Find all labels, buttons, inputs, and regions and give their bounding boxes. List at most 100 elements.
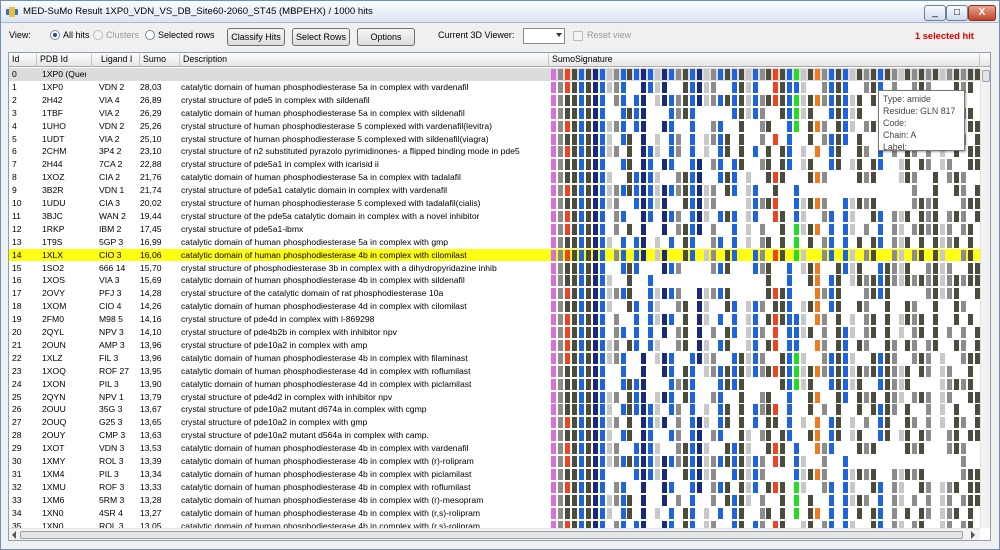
col-pdb-header[interactable]: PDB Id [37, 54, 92, 67]
minimize-button[interactable]: _ [924, 5, 946, 21]
signature-cell [738, 133, 744, 145]
signature-cell [738, 456, 744, 467]
col-id-header[interactable]: Id [9, 54, 37, 67]
signature-cell [905, 507, 911, 519]
col-ligand-header[interactable]: Ligand I [98, 54, 140, 67]
table-row[interactable]: 21 2OUN AMP 3 13,96 crystal structure of pde… [9, 339, 980, 352]
table-row[interactable]: 1 1XP0 VDN 2 28,03 catalytic domain of human… [9, 81, 980, 94]
signature-cell [676, 133, 682, 145]
signature-cell [599, 94, 605, 106]
signature-cell [829, 275, 834, 287]
table-row[interactable]: 15 1SO2 666 14 15,70 crystal structure of ph… [9, 262, 980, 275]
signature-cell [780, 494, 786, 506]
table-row[interactable]: 33 1XM6 5RM 3 13,28 catalytic domain of huma… [9, 494, 980, 507]
horizontal-scrollbar[interactable] [9, 528, 980, 540]
table-row[interactable]: 18 1XOM CIO 4 14,26 catalytic domain of huma… [9, 300, 980, 313]
table-row[interactable]: 23 1XOQ ROF 27 13,95 catalytic domain of hum… [9, 365, 980, 378]
classify-hits-button[interactable]: Classify Hits [227, 28, 285, 46]
signature-cell [641, 185, 647, 197]
scroll-thumb[interactable] [982, 70, 990, 82]
table-row[interactable]: 20 2QYL NPV 3 14,10 crystal structure of pde… [9, 326, 980, 339]
results-grid[interactable]: Id PDB Id Ligand I Sumo Description Sumo… [8, 52, 991, 541]
scroll-left-icon[interactable] [12, 531, 16, 539]
signature-cell [870, 443, 876, 455]
maximize-button[interactable]: □ [946, 5, 968, 21]
table-row[interactable]: 9 3B2R VDN 1 21,74 crystal structure of pde5… [9, 184, 980, 197]
col-sumo-header[interactable]: Sumo [140, 54, 180, 67]
signature-cell [808, 94, 814, 106]
scroll-right-icon[interactable] [971, 531, 975, 539]
close-button[interactable]: X [968, 5, 996, 21]
sumo-signature [549, 249, 980, 262]
table-row[interactable]: 13 1T9S 5GP 3 16,99 catalytic domain of huma… [9, 236, 980, 249]
query-row[interactable]: 01XP0 (Query [9, 68, 980, 81]
table-row[interactable]: 34 1XN0 4SR 4 13,27 catalytic domain of huma… [9, 507, 980, 520]
table-row[interactable]: 22 1XLZ FIL 3 13,96 catalytic domain of huma… [9, 352, 980, 365]
table-row[interactable]: 5 1UDT VIA 2 25,10 crystal structure of huma… [9, 133, 980, 146]
signature-cell [683, 236, 689, 248]
col-description-header[interactable]: Description [180, 54, 549, 67]
table-row[interactable]: 30 1XMY ROL 3 13,39 catalytic domain of huma… [9, 455, 980, 468]
options-button[interactable]: Options [357, 28, 415, 46]
table-row[interactable]: 19 2FM0 M98 5 14,16 crystal structure of pde… [9, 313, 980, 326]
signature-cell [815, 314, 821, 326]
table-row[interactable]: 29 1XOT VDN 3 13,53 catalytic domain of huma… [9, 442, 980, 455]
table-row[interactable]: 3 1TBF VIA 2 26,29 catalytic domain of human… [9, 107, 980, 120]
radio-clusters[interactable] [93, 30, 103, 40]
table-row[interactable]: 7 2H44 7CA 2 22,88 crystal structure of pde5… [9, 158, 980, 171]
table-row[interactable]: 12 1RKP IBM 2 17,45 crystal structure of pde… [9, 223, 980, 236]
radio-clusters-label[interactable]: Clusters [106, 30, 139, 40]
table-row[interactable]: 16 1XOS VIA 3 15,69 catalytic domain of huma… [9, 274, 980, 287]
signature-cell [863, 391, 869, 403]
signature-cell [551, 468, 556, 480]
table-row[interactable]: 27 2OUQ G25 3 13,65 crystal structure of pde… [9, 416, 980, 429]
table-row[interactable]: 2 2H42 VIA 4 26,89 crystal structure of pde5… [9, 94, 980, 107]
signature-cell [620, 236, 626, 248]
table-row[interactable]: 26 2OUU 35G 3 13,67 crystal structure of pde… [9, 403, 980, 416]
signature-cell [710, 288, 716, 300]
signature-cell [613, 249, 619, 261]
signature-cell [683, 443, 689, 455]
table-row[interactable]: 4 1UHO VDN 2 25,26 crystal structure of huma… [9, 120, 980, 133]
table-row[interactable]: 8 1XOZ CIA 2 21,76 catalytic domain of human… [9, 171, 980, 184]
table-row[interactable]: 14 1XLX CIO 3 16,06 catalytic domain of huma… [9, 248, 980, 262]
signature-cell [578, 327, 584, 338]
radio-selected-rows[interactable] [145, 30, 155, 40]
signature-cell [947, 507, 953, 519]
signature-cell [578, 107, 584, 119]
table-row[interactable]: 25 2QYN NPV 1 13,79 crystal structure of pde… [9, 391, 980, 404]
signature-cell [835, 120, 841, 132]
select-rows-button[interactable]: Select Rows [292, 28, 350, 46]
signature-cell [849, 327, 855, 338]
signature-cell [613, 327, 619, 338]
table-row[interactable]: 31 1XM4 PIL 3 13,34 catalytic domain of huma… [9, 468, 980, 481]
signature-cell [599, 236, 605, 248]
radio-all-hits[interactable] [50, 30, 60, 40]
signature-cell [627, 288, 633, 300]
vertical-scrollbar[interactable] [980, 68, 990, 528]
radio-selected-rows-label[interactable]: Selected rows [158, 30, 215, 40]
signature-cell [585, 275, 591, 287]
signature-cell [676, 69, 682, 80]
signature-cell [905, 365, 911, 377]
table-row[interactable]: 35 1XN0 ROL 3 13,05 catalytic domain of huma… [9, 520, 980, 528]
reset-view-checkbox[interactable] [573, 31, 583, 41]
signature-cell [557, 288, 563, 300]
scroll-thumb[interactable] [20, 531, 963, 539]
signature-cell [571, 378, 577, 390]
radio-all-hits-label[interactable]: All hits [63, 30, 90, 40]
table-row[interactable]: 32 1XMU ROF 3 13,33 catalytic domain of huma… [9, 481, 980, 494]
reset-view-label[interactable]: Reset view [587, 30, 631, 40]
table-row[interactable]: 11 3BJC WAN 2 19,44 crystal structure of the… [9, 210, 980, 223]
viewer-select[interactable] [523, 28, 565, 44]
signature-cell [794, 107, 800, 119]
table-row[interactable]: 10 1UDU CIA 3 20,02 crystal structure of hum… [9, 197, 980, 210]
signature-cell [655, 468, 661, 480]
table-row[interactable]: 24 1XON PIL 3 13,90 catalytic domain of huma… [9, 378, 980, 391]
signature-cell [564, 468, 570, 480]
table-row[interactable]: 6 2CHM 3P4 2 23,10 crystal structure of n2 s… [9, 145, 980, 158]
table-row[interactable]: 28 2OUY CMP 3 13,63 crystal structure of pde… [9, 429, 980, 442]
table-row[interactable]: 17 2OVY PFJ 3 14,28 crystal structure of the… [9, 287, 980, 300]
signature-cell [585, 468, 591, 480]
col-signature-header[interactable]: SumoSignature [549, 54, 980, 67]
